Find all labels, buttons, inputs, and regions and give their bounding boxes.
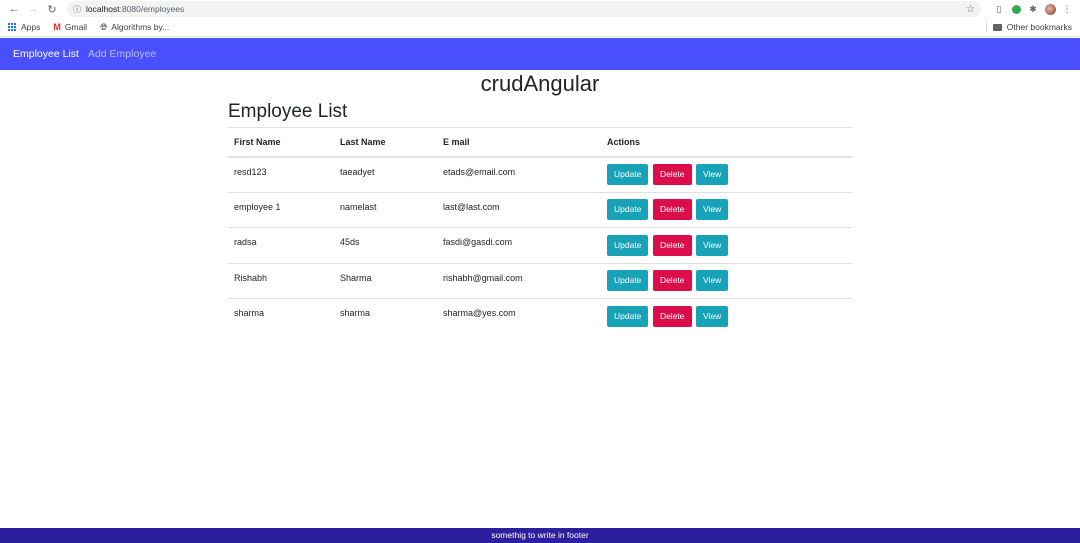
menu-kebab-icon[interactable]: ⋮ (1060, 2, 1074, 16)
url-host: localhost (86, 4, 120, 14)
bookmark-star-icon[interactable]: ☆ (966, 4, 975, 15)
nav-link-add-employee[interactable]: Add Employee (88, 48, 156, 60)
cell-first-name: sharma (228, 298, 334, 334)
update-button[interactable]: Update (607, 306, 649, 327)
cell-actions: Update Delete View (601, 298, 852, 334)
page-footer: somethig to write in footer (0, 528, 1080, 543)
reload-icon[interactable]: ↻ (44, 1, 60, 17)
other-bookmarks[interactable]: Other bookmarks (985, 22, 1072, 32)
update-button[interactable]: Update (607, 270, 649, 292)
bookmarks-bar: Apps M Gmail 🌐︎ Algorithms by... Other b… (0, 18, 1080, 37)
folder-icon (992, 23, 1002, 31)
column-header-email: E mail (437, 127, 601, 158)
delete-button[interactable]: Delete (652, 199, 692, 221)
gmail-icon: M (53, 22, 61, 32)
cell-email: last@last.com (437, 191, 601, 228)
cell-last-name: taeadyet (340, 166, 375, 177)
table-header-row: First Name Last Name E mail Actions (228, 127, 852, 158)
puzzle-extension-icon[interactable]: ✱ (1026, 2, 1040, 16)
cell-email: etads@email.com (443, 166, 516, 177)
view-button[interactable]: View (696, 164, 729, 185)
forward-arrow-icon[interactable]: → (25, 1, 41, 17)
cell-last-name: 45ds (334, 227, 437, 263)
profile-avatar[interactable] (1043, 2, 1057, 16)
column-header-first-name: First Name (228, 127, 334, 158)
cell-first-name: employee 1 (228, 191, 334, 228)
bookmark-gmail[interactable]: M Gmail (53, 22, 87, 32)
bookmark-label: Gmail (64, 22, 88, 32)
column-header-last-name: Last Name (334, 127, 437, 158)
green-extension-icon[interactable] (1009, 2, 1023, 16)
delete-button[interactable]: Delete (652, 270, 692, 292)
table-row: Rishabh Sharma rishabh@gmail.com Update … (228, 262, 852, 299)
app-title: crudAngular (480, 71, 600, 96)
globe-icon: 🌐︎ (100, 21, 108, 32)
table-row: employee 1 namelast last@last.com Update… (228, 191, 852, 228)
delete-button[interactable]: Delete (652, 306, 692, 327)
update-button[interactable]: Update (607, 199, 649, 221)
cell-actions: Update Delete View (601, 262, 852, 299)
cell-first-name: radsa (228, 227, 334, 263)
delete-button[interactable]: Delete (652, 234, 692, 256)
cell-email: rishabh@gmail.com (437, 262, 601, 299)
update-button[interactable]: Update (607, 164, 649, 185)
cell-last-name: sharma (334, 298, 437, 334)
bookmark-label: Apps (21, 22, 41, 32)
cell-email: fasdi@gasdi.com (437, 227, 601, 263)
other-bookmarks-label: Other bookmarks (1006, 22, 1072, 32)
main-content: Employee List First Name Last Name E mai… (228, 101, 852, 334)
app-navbar: Employee List Add Employee (0, 38, 1080, 70)
bookmark-apps[interactable]: Apps (8, 22, 40, 32)
table-row: radsa 45ds fasdi@gasdi.com Update Delete… (228, 227, 852, 263)
cell-actions: Update Delete View (601, 227, 852, 263)
delete-button[interactable]: Delete (652, 164, 692, 185)
page-title: Employee List (228, 101, 348, 122)
cell-last-name: Sharma (334, 262, 437, 299)
table-row: resd123 taeadyet etads@email.com Update … (228, 157, 852, 193)
view-button[interactable]: View (696, 234, 729, 256)
view-button[interactable]: View (696, 270, 729, 292)
table-row: sharma sharma sharma@yes.com Update Dele… (228, 298, 852, 334)
view-button[interactable]: View (696, 306, 729, 327)
bookmark-algorithms[interactable]: 🌐︎ Algorithms by... (100, 22, 169, 33)
update-button[interactable]: Update (607, 234, 649, 256)
info-icon[interactable]: ⓘ (73, 4, 81, 15)
back-arrow-icon[interactable]: ← (6, 1, 22, 17)
apps-grid-icon (8, 23, 16, 31)
browser-toolbar: ← → ↻ ⓘ localhost:8080/employees ☆ ▯ ✱ ⋮ (0, 0, 1080, 18)
pocket-extension-icon[interactable]: ▯ (992, 2, 1006, 16)
cell-actions: Update Delete View (601, 191, 852, 228)
view-button[interactable]: View (696, 199, 729, 221)
cell-last-name: namelast (334, 191, 437, 228)
url-path: :8080/employees (119, 4, 185, 14)
cell-actions: Update Delete View (601, 157, 852, 193)
cell-first-name: resd123 (234, 166, 267, 177)
column-header-actions: Actions (601, 127, 852, 158)
footer-text: somethig to write in footer (491, 530, 589, 540)
cell-email: sharma@yes.com (437, 298, 601, 334)
cell-first-name: Rishabh (228, 262, 334, 299)
nav-link-employee-list[interactable]: Employee List (13, 48, 79, 60)
address-bar[interactable]: ⓘ localhost:8080/employees ☆ (67, 1, 981, 17)
employee-table: First Name Last Name E mail Actions resd… (228, 127, 852, 334)
bookmark-label: Algorithms by... (111, 22, 170, 32)
